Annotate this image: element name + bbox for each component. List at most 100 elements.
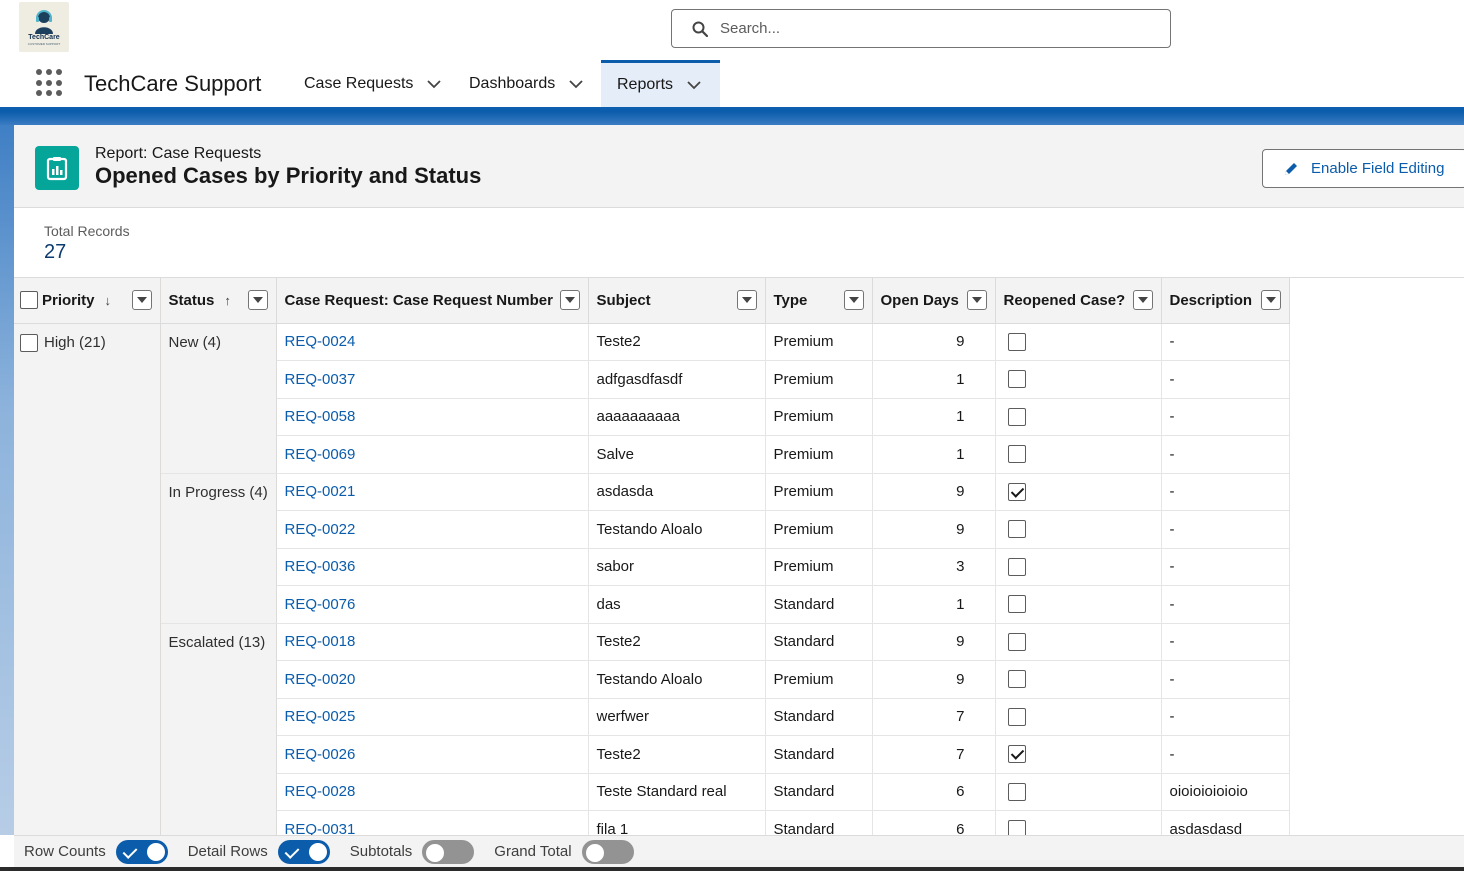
detail-rows-toggle[interactable] — [277, 839, 330, 864]
column-menu-button[interactable] — [843, 290, 864, 310]
reopened-cell — [995, 510, 1162, 549]
toggle-label: Detail Rows — [187, 843, 268, 860]
open-days-cell: 7 — [872, 735, 996, 774]
case-number-link[interactable]: REQ-0026 — [276, 735, 589, 774]
nav-tab-dashboards[interactable]: Dashboards — [469, 60, 583, 107]
case-number-link[interactable]: REQ-0025 — [276, 698, 589, 736]
reopened-cell — [995, 323, 1162, 361]
app-launcher-icon[interactable] — [36, 69, 64, 97]
priority-group-cell: High (21) — [14, 323, 161, 835]
case-number-link[interactable]: REQ-0076 — [276, 585, 589, 624]
col-header-reopened[interactable]: Reopened Case? — [995, 278, 1162, 324]
case-number-link[interactable]: REQ-0028 — [276, 773, 589, 811]
col-header-label: Open Days — [880, 291, 959, 309]
total-records-value: 27 — [44, 241, 67, 263]
col-header-open-days[interactable]: Open Days — [872, 278, 996, 324]
subject-cell: Salve — [588, 435, 766, 474]
open-days-cell: 1 — [872, 585, 996, 624]
report-header: Report: Case Requests Opened Cases by Pr… — [14, 125, 1464, 208]
grand-total-toggle[interactable] — [581, 839, 634, 864]
nav-tab-reports[interactable]: Reports — [601, 60, 720, 107]
global-header: TechCare CUSTOMER SUPPORT — [0, 0, 1464, 60]
column-menu-button[interactable] — [736, 290, 757, 310]
open-days-cell: 9 — [872, 623, 996, 661]
report-table-container[interactable]: Priority ↓ Status ↑ Case Request: Case R… — [14, 278, 1464, 835]
open-days-cell: 7 — [872, 698, 996, 736]
row-group-checkbox[interactable] — [20, 333, 38, 352]
column-menu-button[interactable] — [1132, 290, 1153, 310]
type-cell: Premium — [765, 660, 873, 699]
enable-field-editing-button[interactable]: Enable Field Editing — [1262, 149, 1464, 188]
status-group-cell: New (4) — [160, 323, 277, 474]
subtotals-toggle[interactable] — [422, 839, 475, 864]
grand-total-toggle-group: Grand Total — [494, 839, 634, 864]
nav-tab-case-requests[interactable]: Case Requests — [304, 60, 442, 107]
subject-cell: Teste Standard real — [588, 773, 766, 811]
report-icon — [35, 146, 79, 190]
case-number-link[interactable]: REQ-0069 — [276, 435, 589, 474]
description-cell: - — [1161, 698, 1290, 736]
description-cell: - — [1161, 548, 1290, 586]
col-header-type[interactable]: Type — [765, 278, 873, 324]
open-days-cell: 3 — [872, 548, 996, 586]
case-number-link[interactable]: REQ-0024 — [276, 323, 589, 361]
status-group-label: Escalated (13) — [168, 633, 266, 651]
reopened-cell — [995, 660, 1162, 699]
col-header-label: Description — [1169, 291, 1253, 309]
chevron-down-icon[interactable] — [687, 78, 701, 92]
global-search[interactable] — [671, 9, 1171, 48]
description-cell: - — [1161, 435, 1290, 474]
column-menu-button[interactable] — [1260, 290, 1281, 310]
case-number-link[interactable]: REQ-0021 — [276, 473, 589, 511]
col-header-case-number[interactable]: Case Request: Case Request Number — [276, 278, 589, 324]
reopened-checkbox — [1007, 707, 1026, 726]
type-cell: Standard — [765, 623, 873, 661]
table-row: In Progress (4) REQ-0021 asdasda Premium 9- — [14, 473, 1290, 624]
column-menu-button[interactable] — [247, 290, 268, 310]
col-header-status[interactable]: Status ↑ — [160, 278, 277, 324]
column-menu-button[interactable] — [966, 290, 987, 310]
report-title: Opened Cases by Priority and Status — [95, 163, 482, 188]
select-all-checkbox[interactable] — [20, 291, 38, 310]
toggle-label: Row Counts — [24, 843, 106, 860]
subject-cell: Teste2 — [588, 323, 766, 361]
chevron-down-icon[interactable] — [569, 77, 583, 91]
type-cell: Standard — [765, 735, 873, 774]
subject-cell: Teste2 — [588, 623, 766, 661]
app-name: TechCare Support — [84, 71, 262, 96]
chevron-down-icon[interactable] — [427, 77, 442, 91]
headset-agent-icon — [35, 10, 53, 34]
case-number-link[interactable]: REQ-0058 — [276, 398, 589, 436]
reopened-cell — [995, 398, 1162, 436]
type-cell: Standard — [765, 698, 873, 736]
column-menu-button[interactable] — [559, 290, 580, 310]
case-number-link[interactable]: REQ-0022 — [276, 510, 589, 549]
pencil-icon — [1285, 162, 1297, 175]
case-number-link[interactable]: REQ-0031 — [276, 810, 589, 835]
open-days-cell: 1 — [872, 398, 996, 436]
search-input[interactable] — [720, 20, 1140, 37]
case-number-link[interactable]: REQ-0020 — [276, 660, 589, 699]
column-menu-button[interactable] — [131, 290, 152, 310]
open-days-cell: 9 — [872, 660, 996, 699]
col-header-subject[interactable]: Subject — [588, 278, 766, 324]
col-header-description[interactable]: Description — [1161, 278, 1290, 324]
case-number-link[interactable]: REQ-0037 — [276, 360, 589, 399]
nav-tab-label: Reports — [617, 76, 674, 93]
toggle-label: Grand Total — [494, 843, 572, 860]
case-number-link[interactable]: REQ-0018 — [276, 623, 589, 661]
reopened-cell — [995, 698, 1162, 736]
app-logo[interactable]: TechCare CUSTOMER SUPPORT — [19, 2, 69, 52]
reopened-cell — [995, 435, 1162, 474]
col-header-priority[interactable]: Priority ↓ — [14, 278, 161, 324]
reopened-cell — [995, 585, 1162, 624]
type-cell: Premium — [765, 473, 873, 511]
subject-cell: asdasda — [588, 473, 766, 511]
row-counts-toggle[interactable] — [115, 839, 168, 864]
open-days-cell: 6 — [872, 773, 996, 811]
reopened-checkbox — [1007, 332, 1026, 351]
priority-group-label: High (21) — [44, 333, 106, 351]
reopened-cell — [995, 623, 1162, 661]
case-number-link[interactable]: REQ-0036 — [276, 548, 589, 586]
reopened-checkbox — [1007, 520, 1026, 539]
